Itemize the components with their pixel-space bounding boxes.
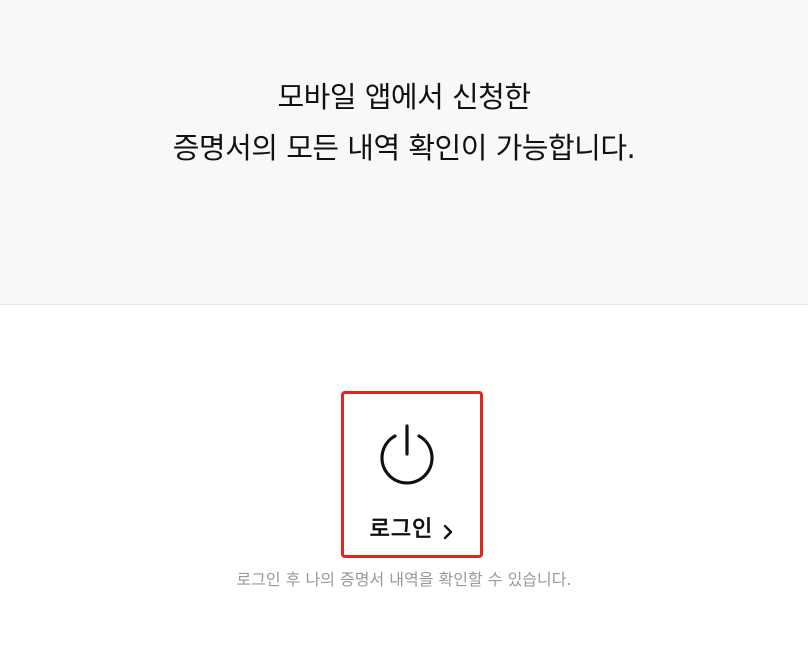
login-button[interactable]: 로그인 [341,391,483,558]
chevron-right-icon [444,524,453,539]
login-helper-text: 로그인 후 나의 증명서 내역을 확인할 수 있습니다. [236,570,572,589]
hero-title-line-2: 증명서의 모든 내역 확인이 가능합니다. [172,131,636,165]
login-label: 로그인 [369,517,434,542]
hero-title-line-1: 모바일 앱에서 신청한 [277,80,531,114]
login-row: 로그인 [344,511,480,543]
power-icon [380,424,434,485]
hero-banner: 모바일 앱에서 신청한 증명서의 모든 내역 확인이 가능합니다. [0,0,808,305]
